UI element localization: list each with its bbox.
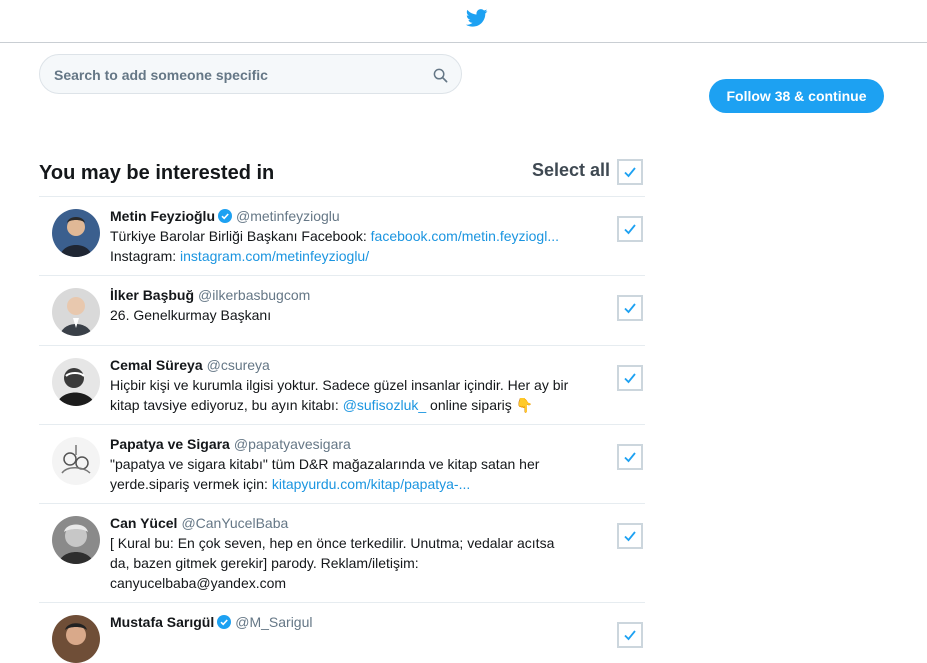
bio-link[interactable]: instagram.com/metinfeyzioglu/ (180, 248, 369, 264)
select-all-checkbox[interactable] (617, 159, 643, 185)
bio-line: 26. Genelkurmay Başkanı (110, 305, 580, 325)
bio-link[interactable]: @sufisozluk_ (343, 397, 426, 413)
bio-text: Instagram: (110, 248, 181, 264)
bio-line: Instagram: instagram.com/metinfeyzioglu/ (110, 246, 580, 266)
follow-checkbox[interactable] (617, 365, 643, 391)
account-name[interactable]: Papatya ve Sigara (110, 436, 230, 452)
account-handle: @metinfeyzioglu (236, 208, 340, 224)
bio-line: "papatya ve sigara kitabı" tüm D&R mağaz… (110, 454, 580, 474)
checkmark-icon (624, 531, 636, 542)
avatar[interactable] (52, 615, 100, 663)
account-bio: [ Kural bu: En çok seven, hep en önce te… (110, 533, 580, 593)
section-title: You may be interested in (39, 162, 275, 184)
account-handle: @M_Sarigul (235, 614, 313, 630)
account-row[interactable]: İlker Başbuğ @ilkerbasbugcom 26. Genelkur… (39, 275, 645, 345)
account-name[interactable]: Mustafa Sarıgül (110, 614, 214, 630)
account-row[interactable]: Cemal Süreya @csureya Hiçbir kişi ve kuru… (39, 345, 645, 424)
follow-and-continue-button[interactable]: Follow 38 & continue (709, 79, 884, 113)
account-handle: @papatyavesigara (233, 436, 351, 452)
checkmark-icon (624, 167, 636, 178)
account-handle: @CanYucelBaba (181, 515, 289, 531)
select-all-label[interactable]: Select all (532, 160, 610, 181)
account-row[interactable]: Mustafa Sarıgül @M_Sarigul (39, 602, 645, 663)
account-bio: "papatya ve sigara kitabı" tüm D&R mağaz… (110, 454, 580, 494)
account-name[interactable]: İlker Başbuğ (110, 287, 194, 303)
bio-line: yerde.sipariş vermek için: kitapyurdu.co… (110, 474, 580, 494)
bio-line: Türkiye Barolar Birliği Başkanı Facebook… (110, 226, 580, 246)
bio-text: [ Kural bu: En çok seven, hep en önce te… (110, 535, 555, 551)
bio-text: Hiçbir kişi ve kurumla ilgisi yoktur. Sa… (110, 377, 569, 393)
account-handle: @csureya (206, 357, 270, 373)
account-row[interactable]: Can Yücel @CanYucelBaba [ Kural bu: En ço… (39, 503, 645, 602)
checkmark-icon (624, 630, 636, 641)
bio-line: Hiçbir kişi ve kurumla ilgisi yoktur. Sa… (110, 375, 580, 395)
account-row[interactable]: Metin Feyzioğlu @metinfeyzioglu Türkiye B… (39, 196, 645, 275)
account-info: Metin Feyzioğlu @metinfeyzioglu Türkiye B… (110, 207, 580, 266)
bio-text: kitap tavsiye ediyoruz, bu ayın kitabı: (110, 397, 343, 413)
bio-text: yerde.sipariş vermek için: (110, 476, 272, 492)
bio-text: da, bazen gitmek gerekir] parody. Reklam… (110, 555, 419, 571)
follow-checkbox[interactable] (617, 295, 643, 321)
avatar[interactable] (52, 209, 100, 257)
follow-checkbox[interactable] (617, 444, 643, 470)
follow-checkbox[interactable] (617, 622, 643, 648)
account-bio: Türkiye Barolar Birliği Başkanı Facebook… (110, 226, 580, 266)
account-bio: Hiçbir kişi ve kurumla ilgisi yoktur. Sa… (110, 375, 580, 415)
search-icon[interactable] (433, 68, 448, 83)
checkmark-icon (624, 373, 636, 384)
verified-badge-icon (217, 615, 232, 629)
search-box (39, 54, 462, 95)
account-info: Papatya ve Sigara @papatyavesigara "papat… (110, 435, 580, 494)
bio-line: [ Kural bu: En çok seven, hep en önce te… (110, 533, 580, 553)
bio-link[interactable]: facebook.com/metin.feyziogl... (371, 228, 559, 244)
avatar[interactable] (52, 358, 100, 406)
follow-checkbox[interactable] (617, 216, 643, 242)
bio-text: online sipariş 👇 (426, 397, 534, 413)
search-input[interactable] (52, 55, 426, 95)
account-name[interactable]: Metin Feyzioğlu (110, 208, 215, 224)
bio-line: canyucelbaba@yandex.com (110, 573, 580, 593)
account-info: Mustafa Sarıgül @M_Sarigul (110, 613, 580, 632)
checkmark-icon (624, 303, 636, 314)
bio-text: 26. Genelkurmay Başkanı (110, 307, 272, 323)
follow-checkbox[interactable] (617, 523, 643, 549)
account-row[interactable]: Papatya ve Sigara @papatyavesigara "papat… (39, 424, 645, 503)
avatar[interactable] (52, 437, 100, 485)
account-bio: 26. Genelkurmay Başkanı (110, 305, 580, 325)
bio-line: kitap tavsiye ediyoruz, bu ayın kitabı: … (110, 395, 580, 415)
account-info: Can Yücel @CanYucelBaba [ Kural bu: En ço… (110, 514, 580, 593)
twitter-bird-icon[interactable] (466, 9, 488, 27)
account-info: İlker Başbuğ @ilkerbasbugcom 26. Genelkur… (110, 286, 580, 325)
top-bar (0, 0, 927, 43)
account-name[interactable]: Cemal Süreya (110, 357, 203, 373)
avatar[interactable] (52, 516, 100, 564)
bio-line: da, bazen gitmek gerekir] parody. Reklam… (110, 553, 580, 573)
account-name[interactable]: Can Yücel (110, 515, 177, 531)
bio-link[interactable]: kitapyurdu.com/kitap/papatya-... (272, 476, 470, 492)
verified-badge-icon (218, 209, 232, 223)
avatar[interactable] (52, 288, 100, 336)
checkmark-icon (624, 224, 636, 235)
account-handle: @ilkerbasbugcom (198, 287, 311, 303)
checkmark-icon (624, 452, 636, 463)
bio-text: canyucelbaba@yandex.com (110, 575, 287, 591)
account-info: Cemal Süreya @csureya Hiçbir kişi ve kuru… (110, 356, 580, 415)
bio-text: Türkiye Barolar Birliği Başkanı Facebook… (110, 228, 371, 244)
bio-text: "papatya ve sigara kitabı" tüm D&R mağaz… (110, 456, 540, 472)
account-list: Metin Feyzioğlu @metinfeyzioglu Türkiye B… (39, 196, 645, 663)
